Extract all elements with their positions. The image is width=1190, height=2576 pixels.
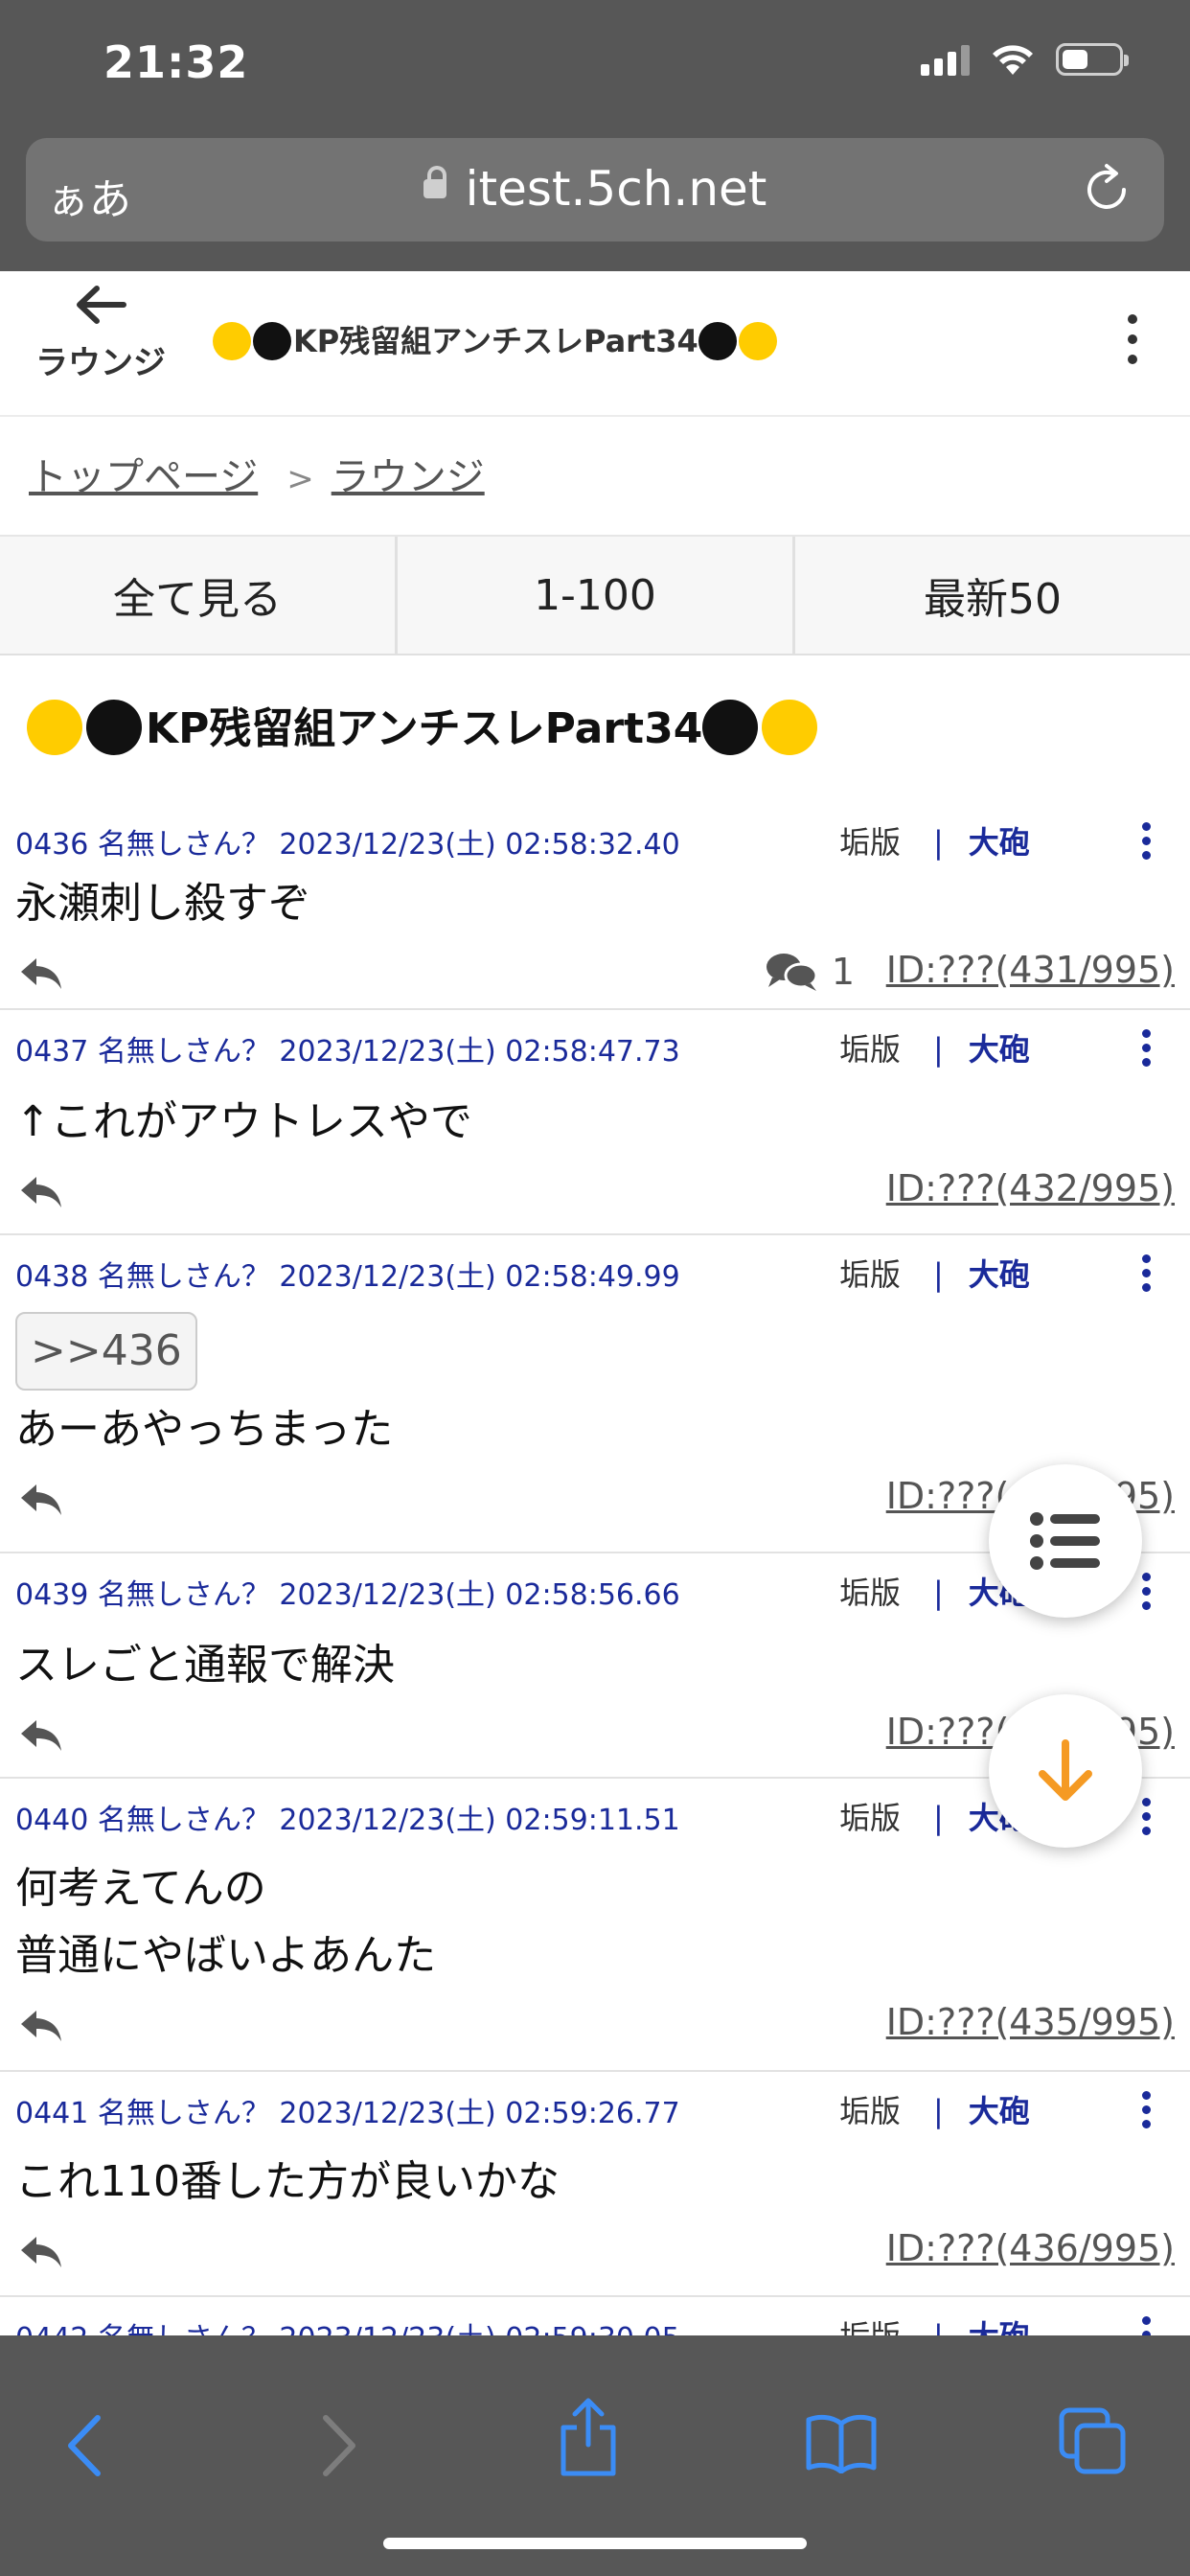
post-body: 永瀬刺し殺すぞ xyxy=(15,879,310,928)
post-board-label[interactable]: 垢版 xyxy=(839,824,901,861)
yellow-circle-icon xyxy=(762,700,818,755)
post-list-fab[interactable] xyxy=(989,1464,1142,1618)
comments-icon xyxy=(766,954,818,991)
post-board-label[interactable]: 垢版 xyxy=(839,2093,901,2129)
more-vertical-icon[interactable] xyxy=(1142,1254,1152,1298)
safari-top-bar: 21:32 ぁあ itest.5ch.net xyxy=(0,0,1190,271)
url-bar[interactable]: ぁあ itest.5ch.net xyxy=(26,138,1164,242)
post-id[interactable]: ID:???(432/995) xyxy=(886,1167,1175,1209)
reply-arrow-icon[interactable] xyxy=(17,1714,65,1757)
post-item: 0437 名無しさん？ 2023/12/23(土) 02:58:47.73 垢版… xyxy=(0,1010,1190,1235)
post-board-label[interactable]: 垢版 xyxy=(839,1575,901,1611)
tab-all[interactable]: 全て見る xyxy=(0,537,398,654)
black-circle-icon xyxy=(698,322,737,360)
reload-icon[interactable] xyxy=(1078,161,1135,218)
post-meta[interactable]: 0440 名無しさん？ 2023/12/23(土) 02:59:11.51 xyxy=(15,1796,680,1838)
post-item: 0436 名無しさん？ 2023/12/23(土) 02:58:32.40 垢版… xyxy=(0,803,1190,1010)
post-list: 0436 名無しさん？ 2023/12/23(土) 02:58:32.40 垢版… xyxy=(0,803,1190,2412)
post-meta[interactable]: 0441 名無しさん？ 2023/12/23(土) 02:59:26.77 xyxy=(15,2089,680,2131)
post-cannon-link[interactable]: 大砲 xyxy=(969,1256,1030,1293)
thread-title: KP残留組アンチスレPart34 xyxy=(27,694,821,759)
post-cannon-link[interactable]: 大砲 xyxy=(969,824,1030,861)
yellow-circle-icon xyxy=(27,700,82,755)
back-label: ラウンジ xyxy=(35,344,166,382)
post-meta[interactable]: 0438 名無しさん？ 2023/12/23(土) 02:58:49.99 xyxy=(15,1253,680,1295)
battery-icon xyxy=(1056,43,1129,76)
lock-icon xyxy=(423,165,446,198)
black-circle-icon xyxy=(253,322,291,360)
more-vertical-icon[interactable] xyxy=(1142,822,1152,865)
breadcrumb: トップページ > ラウンジ xyxy=(29,446,485,501)
post-board-label[interactable]: 垢版 xyxy=(839,1800,901,1836)
tab-latest-50[interactable]: 最新50 xyxy=(795,537,1190,654)
post-item: 0441 名無しさん？ 2023/12/23(土) 02:59:26.77 垢版… xyxy=(0,2072,1190,2297)
forward-chevron-icon xyxy=(323,2415,355,2476)
arrow-down-icon xyxy=(1039,1739,1092,1801)
breadcrumb-board-link[interactable]: ラウンジ xyxy=(332,455,485,499)
post-body: ↑これがアウトレスやで xyxy=(15,1097,472,1146)
url-text: itest.5ch.net xyxy=(465,161,767,217)
post-body: スレごと通報で解決 xyxy=(15,1641,395,1690)
yellow-circle-icon xyxy=(213,322,251,360)
yellow-circle-icon xyxy=(738,322,777,360)
range-tabs: 全て見る 1-100 最新50 xyxy=(0,537,1190,656)
reply-arrow-icon[interactable] xyxy=(17,1171,65,1213)
post-board-label[interactable]: 垢版 xyxy=(839,1031,901,1068)
post-body: これ110番した方が良いかな xyxy=(15,2157,560,2206)
post-cannon-link[interactable]: 大砲 xyxy=(969,2093,1030,2129)
list-icon xyxy=(1030,1512,1100,1570)
breadcrumb-separator: > xyxy=(286,460,314,498)
post-meta[interactable]: 0436 名無しさん？ 2023/12/23(土) 02:58:32.40 xyxy=(15,820,680,862)
share-icon[interactable] xyxy=(558,2397,619,2477)
post-body: 何考えてんの 普通にやばいよあんた xyxy=(15,1864,437,1980)
post-board-label[interactable]: 垢版 xyxy=(839,1256,901,1293)
black-circle-icon xyxy=(702,700,759,755)
post-meta[interactable]: 0437 名無しさん？ 2023/12/23(土) 02:58:47.73 xyxy=(15,1027,680,1070)
bookmarks-icon[interactable] xyxy=(805,2412,878,2473)
post-id[interactable]: ID:???(435/995) xyxy=(886,2001,1175,2043)
reply-count[interactable]: 1 xyxy=(765,951,855,993)
url-display[interactable]: itest.5ch.net xyxy=(26,161,1164,217)
thread-header: ラウンジ KP残留組アンチスレPart34 xyxy=(0,271,1190,417)
header-thread-title: KP残留組アンチスレPart34 xyxy=(213,317,779,362)
more-vertical-icon[interactable] xyxy=(1123,314,1142,375)
tab-1-100[interactable]: 1-100 xyxy=(398,537,795,654)
anchor-link[interactable]: >>436 xyxy=(15,1312,197,1391)
status-time: 21:32 xyxy=(103,36,249,88)
more-vertical-icon[interactable] xyxy=(1142,1029,1152,1072)
tabs-icon[interactable] xyxy=(1058,2406,1127,2475)
wifi-icon xyxy=(993,45,1033,75)
back-button[interactable]: ラウンジ xyxy=(29,281,172,383)
reply-arrow-icon[interactable] xyxy=(17,2005,65,2047)
more-vertical-icon[interactable] xyxy=(1142,1573,1152,1616)
scroll-down-fab[interactable] xyxy=(989,1694,1142,1848)
reply-arrow-icon[interactable] xyxy=(17,2231,65,2273)
cellular-signal-icon xyxy=(921,43,970,76)
post-body: >>436 あーあやっちまった xyxy=(0,1302,1190,1463)
arrow-left-icon xyxy=(77,286,126,324)
post-id[interactable]: ID:???(436/995) xyxy=(886,2227,1175,2269)
home-indicator xyxy=(383,2538,807,2549)
back-chevron-icon[interactable] xyxy=(61,2412,107,2479)
post-meta[interactable]: 0439 名無しさん？ 2023/12/23(土) 02:58:56.66 xyxy=(15,1571,680,1613)
post-cannon-link[interactable]: 大砲 xyxy=(969,1031,1030,1068)
status-icons xyxy=(921,42,1129,77)
reply-arrow-icon[interactable] xyxy=(17,953,65,995)
reply-arrow-icon[interactable] xyxy=(17,1479,65,1521)
breadcrumb-top-link[interactable]: トップページ xyxy=(29,455,258,499)
black-circle-icon xyxy=(86,700,142,755)
post-id[interactable]: ID:???(431/995) xyxy=(886,949,1175,991)
more-vertical-icon[interactable] xyxy=(1142,2091,1152,2134)
more-vertical-icon[interactable] xyxy=(1142,1798,1152,1841)
